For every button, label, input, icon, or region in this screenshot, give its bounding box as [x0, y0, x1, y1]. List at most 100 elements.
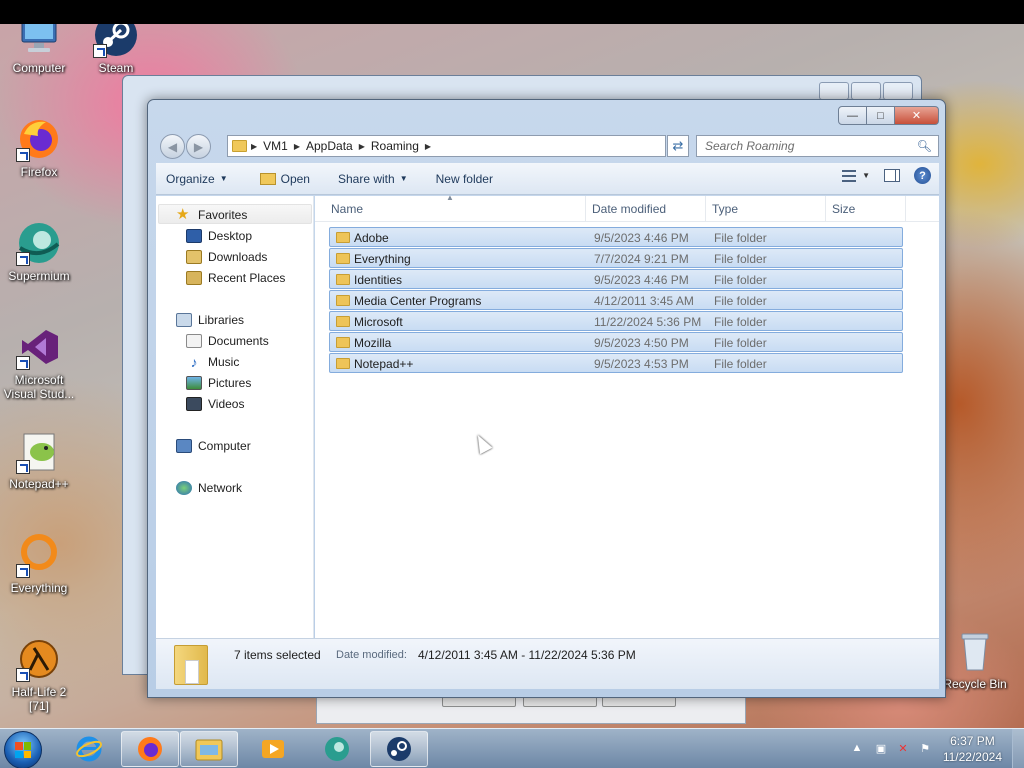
star-icon: ★	[176, 206, 190, 223]
file-row[interactable]: Everything 7/7/2024 9:21 PM File folder	[329, 248, 903, 268]
file-date: 9/5/2023 4:46 PM	[594, 273, 689, 287]
desktop-icon-recycle-bin[interactable]: Recycle Bin	[936, 628, 1014, 691]
back-button[interactable]: ◀	[160, 134, 185, 159]
desktop-icon-label: Supermium	[8, 269, 70, 283]
column-header-size[interactable]: Size	[826, 196, 906, 222]
taskbar-steam[interactable]	[370, 731, 428, 767]
show-hidden-icons-icon[interactable]: ▲	[850, 742, 864, 756]
file-row[interactable]: Microsoft 11/22/2024 5:36 PM File folder	[329, 311, 903, 331]
file-row[interactable]: Media Center Programs 4/12/2011 3:45 AM …	[329, 290, 903, 310]
command-bar-right: ▼ ?	[842, 167, 931, 184]
nav-downloads[interactable]: Downloads	[186, 247, 267, 267]
new-folder-button[interactable]: New folder	[426, 167, 503, 191]
maximize-button[interactable]: □	[867, 106, 895, 125]
file-row[interactable]: Notepad++ 9/5/2023 4:53 PM File folder	[329, 353, 903, 373]
navigation-pane: ★ Favorites Desktop Downloads Recent Pla…	[156, 196, 314, 638]
maximize-icon[interactable]	[851, 82, 881, 100]
pictures-icon	[186, 376, 202, 390]
close-button[interactable]: ✕	[895, 106, 939, 125]
desktop-icon-visual-studio[interactable]: Microsoft Visual Stud...	[0, 324, 78, 401]
nav-documents[interactable]: Documents	[186, 331, 269, 351]
file-row[interactable]: Mozilla 9/5/2023 4:50 PM File folder	[329, 332, 903, 352]
date-modified-label: Date modified:	[336, 649, 407, 661]
clock[interactable]: 6:37 PM 11/22/2024	[943, 733, 1002, 765]
desktop-icon-everything[interactable]: Everything	[0, 532, 78, 595]
nav-music[interactable]: ♪ Music	[186, 352, 240, 372]
show-desktop-button[interactable]	[1012, 729, 1024, 768]
share-with-label: Share with	[337, 171, 395, 186]
network-tray-icon[interactable]: ▣	[874, 742, 888, 756]
organize-button[interactable]: Organize ▼	[156, 167, 238, 191]
close-icon[interactable]	[883, 82, 913, 100]
nav-recent-places[interactable]: Recent Places	[186, 268, 285, 288]
nav-videos[interactable]: Videos	[186, 394, 244, 414]
file-type: File folder	[714, 315, 767, 329]
taskbar-media-player[interactable]	[244, 731, 302, 767]
search-box[interactable]: 🔍︎	[696, 135, 939, 157]
chevron-down-icon: ▼	[399, 174, 408, 183]
explorer-window[interactable]: — □ ✕ ◀ ▶ ▶ VM1 ▶ AppData ▶ Roaming ▶ ▼ …	[147, 99, 946, 698]
search-input[interactable]	[697, 139, 907, 153]
desktop-icon-computer[interactable]: Computer	[0, 24, 78, 75]
taskbar: ▲ ▣ ✕ ⚑ 6:37 PM 11/22/2024	[0, 728, 1024, 768]
file-list-pane[interactable]: ▲ Name Date modified Type Size Adobe 9/5…	[315, 193, 939, 638]
column-header-label: Name	[331, 202, 364, 216]
open-button[interactable]: Open	[250, 167, 320, 191]
desktop-icon-firefox[interactable]: Firefox	[0, 116, 78, 179]
file-row[interactable]: Adobe 9/5/2023 4:46 PM File folder	[329, 227, 903, 247]
search-icon[interactable]: 🔍︎	[917, 139, 932, 153]
nav-label: Libraries	[198, 313, 245, 327]
nav-label: Recent Places	[208, 271, 286, 285]
desktop-icon-supermium[interactable]: Supermium	[0, 220, 78, 283]
nav-favorites[interactable]: ★ Favorites	[176, 205, 247, 225]
minimize-icon[interactable]	[819, 82, 849, 100]
breadcrumb-roaming[interactable]: Roaming	[365, 139, 425, 153]
volume-muted-icon[interactable]: ✕	[896, 742, 910, 756]
folder-icon	[336, 358, 350, 369]
folder-icon	[232, 140, 247, 152]
file-name: Adobe	[354, 231, 389, 245]
help-icon[interactable]: ?	[914, 167, 931, 184]
nav-libraries[interactable]: Libraries	[176, 310, 244, 330]
column-header-date-modified[interactable]: Date modified	[586, 196, 706, 222]
steam-icon	[387, 737, 411, 761]
file-date: 9/5/2023 4:50 PM	[594, 336, 689, 350]
desktop-icon-label: Half-Life 2 [71]	[11, 685, 67, 713]
breadcrumb-vm1[interactable]: VM1	[257, 139, 294, 153]
change-view-button[interactable]: ▼	[842, 169, 870, 182]
shortcut-arrow-icon	[93, 44, 107, 58]
column-header-name[interactable]: ▲ Name	[325, 193, 586, 222]
supermium-icon	[325, 737, 349, 761]
computer-icon	[16, 24, 62, 58]
taskbar-supermium[interactable]	[308, 731, 366, 767]
breadcrumb-chevron-icon[interactable]: ▶	[425, 142, 431, 151]
column-header-type[interactable]: Type	[706, 196, 826, 222]
nav-computer[interactable]: Computer	[176, 436, 251, 456]
file-type: File folder	[714, 252, 767, 266]
folder-icon	[336, 253, 350, 264]
clock-date: 11/22/2024	[942, 750, 1002, 764]
preview-pane-icon[interactable]	[884, 169, 900, 182]
desktop-icon-steam[interactable]: Steam	[77, 24, 155, 75]
network-icon	[176, 481, 192, 495]
refresh-button[interactable]: ⇄	[667, 135, 689, 157]
file-row[interactable]: Identities 9/5/2023 4:46 PM File folder	[329, 269, 903, 289]
breadcrumb-appdata[interactable]: AppData	[300, 139, 359, 153]
share-with-button[interactable]: Share with ▼	[328, 167, 418, 191]
minimize-button[interactable]: —	[838, 106, 867, 125]
nav-pictures[interactable]: Pictures	[186, 373, 251, 393]
taskbar-firefox[interactable]	[121, 731, 179, 767]
maximize-icon: □	[877, 109, 884, 122]
music-icon: ♪	[190, 354, 198, 370]
nav-desktop[interactable]: Desktop	[186, 226, 252, 246]
address-bar[interactable]: ▶ VM1 ▶ AppData ▶ Roaming ▶ ▼	[227, 135, 738, 157]
taskbar-internet-explorer[interactable]	[60, 731, 118, 767]
desktop-icon-label: Recycle Bin	[943, 677, 1007, 691]
nav-network[interactable]: Network	[176, 478, 242, 498]
taskbar-windows-explorer[interactable]	[180, 731, 238, 767]
action-center-flag-icon[interactable]: ⚑	[918, 742, 932, 756]
forward-button[interactable]: ▶	[186, 134, 211, 159]
start-button[interactable]	[4, 731, 42, 768]
desktop-icon-half-life[interactable]: Half-Life 2 [71]	[0, 636, 78, 713]
desktop-icon-notepadpp[interactable]: Notepad++	[0, 428, 78, 491]
